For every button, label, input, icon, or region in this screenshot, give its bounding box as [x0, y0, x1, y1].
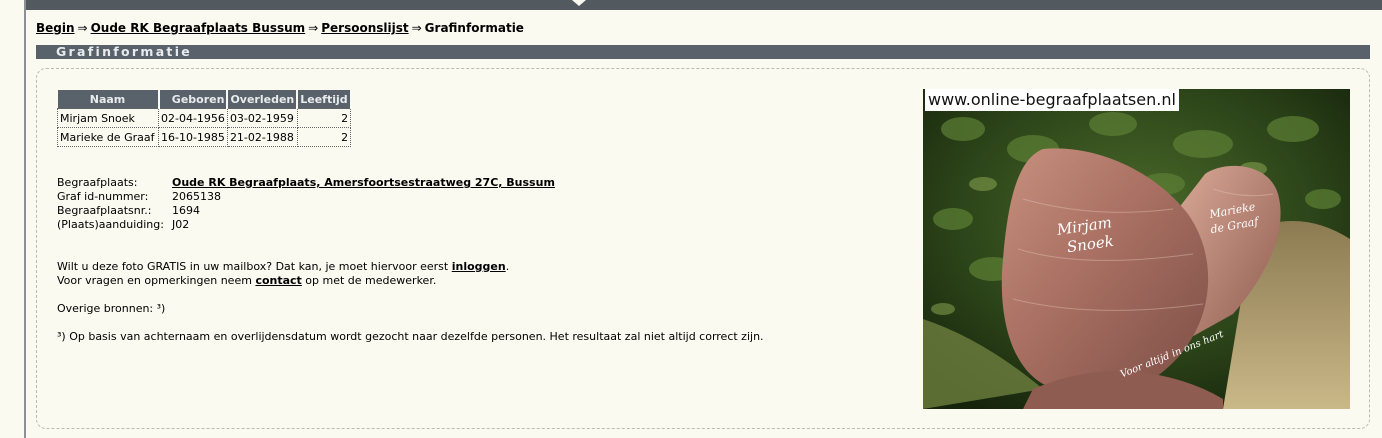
cemetery-link[interactable]: Oude RK Begraafplaats, Amersfoortsestraa… — [172, 176, 555, 190]
photo-watermark: www.online-begraafplaatsen.nl — [925, 89, 1179, 111]
table-row[interactable]: Marieke de Graaf 16-10-1985 21-02-1988 2 — [57, 127, 352, 147]
cemetery-nr-row: Begraafplaatsnr.: 1694 — [57, 204, 555, 218]
mail-line2-end: op met de medewerker. — [301, 274, 437, 287]
top-nav-bar — [26, 0, 1382, 10]
breadcrumb-arrow-icon: ⇒ — [308, 21, 319, 35]
col-header-age: Leeftijd — [297, 90, 352, 109]
person-died: 03-02-1959 — [226, 108, 298, 128]
location-value: J02 — [172, 218, 190, 231]
contact-link[interactable]: contact — [255, 274, 301, 287]
grave-id-row: Graf id-nummer: 2065138 — [57, 190, 555, 204]
col-header-died: Overleden — [227, 90, 299, 109]
col-header-born: Geboren — [158, 90, 229, 109]
person-age: 2 — [296, 108, 352, 128]
person-born: 16-10-1985 — [158, 127, 228, 147]
login-link[interactable]: inloggen — [452, 260, 506, 273]
persons-table: Naam Geboren Overleden Leeftijd Mirjam S… — [57, 90, 352, 147]
breadcrumb: Begin ⇒ Oude RK Begraafplaats Bussum ⇒ Perso… — [36, 21, 524, 35]
breadcrumb-arrow-icon: ⇒ — [411, 21, 422, 35]
mail-line2-text: Voor vragen en opmerkingen neem — [57, 274, 256, 287]
breadcrumb-arrow-icon: ⇒ — [77, 21, 88, 35]
cemetery-row: Begraafplaats: Oude RK Begraafplaats, Am… — [57, 176, 555, 190]
location-row: (Plaats)aanduiding: J02 — [57, 218, 555, 232]
table-header-row: Naam Geboren Overleden Leeftijd — [57, 90, 352, 109]
person-name: Marieke de Graaf — [57, 127, 159, 147]
section-header: Grafinformatie — [36, 44, 1370, 59]
grave-photo[interactable]: Mirjam Snoek Marieke de Graaf Voor altij… — [923, 89, 1350, 409]
cemetery-nr-value: 1694 — [172, 204, 200, 217]
menu-pointer-icon — [572, 0, 586, 6]
grave-id-label: Graf id-nummer: — [57, 190, 149, 203]
other-sources-label: Overige bronnen: ³) — [57, 302, 166, 315]
mail-text: Wilt u deze foto GRATIS in uw mailbox? D… — [57, 260, 509, 288]
breadcrumb-cemetery[interactable]: Oude RK Begraafplaats Bussum — [91, 21, 306, 35]
col-header-name: Naam — [57, 90, 160, 109]
grave-id-value: 2065138 — [172, 190, 221, 203]
breadcrumb-begin[interactable]: Begin — [36, 21, 75, 35]
mail-line1-end: . — [505, 260, 510, 273]
left-border — [24, 0, 26, 438]
location-label: (Plaats)aanduiding: — [57, 218, 164, 231]
section-title: Grafinformatie — [56, 44, 193, 59]
table-row[interactable]: Mirjam Snoek 02-04-1956 03-02-1959 2 — [57, 108, 352, 128]
sources-footnote: ³) Op basis van achternaam en overlijden… — [57, 330, 764, 343]
person-born: 02-04-1956 — [158, 108, 228, 128]
cemetery-nr-label: Begraafplaatsnr.: — [57, 204, 152, 217]
cemetery-label: Begraafplaats: — [57, 176, 138, 189]
breadcrumb-current: Grafinformatie — [424, 21, 524, 35]
person-age: 2 — [296, 127, 352, 147]
breadcrumb-person-list[interactable]: Persoonslijst — [321, 21, 408, 35]
person-died: 21-02-1988 — [226, 127, 298, 147]
mail-line1-text: Wilt u deze foto GRATIS in uw mailbox? D… — [57, 260, 452, 273]
grave-info: Begraafplaats: Oude RK Begraafplaats, Am… — [57, 176, 555, 232]
grave-photo-image: Mirjam Snoek Marieke de Graaf Voor altij… — [923, 89, 1350, 409]
person-name: Mirjam Snoek — [57, 108, 159, 128]
